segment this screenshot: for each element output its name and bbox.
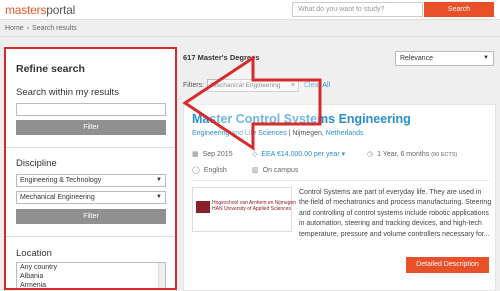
filter-button-search[interactable]: Filter <box>16 120 166 135</box>
refine-search-title: Refine search <box>16 63 85 75</box>
ects-value: (90 ECTS) <box>431 152 458 158</box>
study-mode: ▥ On campus <box>252 166 298 174</box>
location-scrollbar[interactable] <box>158 263 165 288</box>
card-divider <box>192 180 489 181</box>
sidebar-divider <box>6 147 175 148</box>
location-label: Location <box>16 248 52 259</box>
school-logo[interactable]: Hogeschool van Arnhem en Nijmegen HAN Un… <box>192 187 296 232</box>
breadcrumb-divider <box>0 36 500 37</box>
site-logo[interactable]: mastersportal <box>5 3 75 17</box>
discipline-subcategory-select[interactable]: Mechanical Engineering ▼ <box>16 191 166 204</box>
tuition-fee[interactable]: ◇ EEA €14,000.00 per year ▾ <box>252 150 345 158</box>
discipline-category-value: Engineering & Technology <box>20 177 102 184</box>
language: ◯ English <box>192 166 227 174</box>
filter-chip[interactable]: Mechanical Engineering × <box>207 79 299 92</box>
duration-value: 1 Year, 6 months <box>377 151 430 158</box>
breadcrumb-current: Search results <box>32 25 77 32</box>
school-logo-line2: HAN University of Applied Sciences <box>212 206 291 212</box>
duration: ◷ 1 Year, 6 months (90 ECTS) <box>367 150 457 158</box>
start-date-value: Sep 2015 <box>202 151 233 158</box>
program-card: Master Control Systems Engineering Engin… <box>183 104 496 291</box>
building-icon: ▥ <box>252 167 259 174</box>
breadcrumb-home[interactable]: Home <box>5 25 24 32</box>
results-count: 617 Master's Degrees <box>183 53 260 62</box>
sort-value: Relevance <box>400 55 434 62</box>
clock-icon: ◷ <box>367 151 374 158</box>
school-badge-icon <box>196 201 210 213</box>
search-button[interactable]: Search <box>424 2 494 17</box>
school-logo-text: Hogeschool van Arnhem en Nijmegen HAN Un… <box>212 200 296 212</box>
location-option[interactable]: Armenia <box>20 281 165 288</box>
filter-chip-label: Mechanical Engineering <box>211 82 281 89</box>
program-description: Control Systems are part of everyday lif… <box>299 189 492 238</box>
program-title[interactable]: Master Control Systems Engineering <box>192 112 411 126</box>
program-location-line: Engineering and Life Sciences | Nijmegen… <box>192 130 364 137</box>
sort-select[interactable]: Relevance ▼ <box>395 51 494 66</box>
search-within-label: Search within my results <box>16 87 119 98</box>
discipline-label: Discipline <box>16 158 57 169</box>
discipline-category-select[interactable]: Engineering & Technology ▼ <box>16 174 166 187</box>
sidebar-divider <box>6 236 175 237</box>
start-date: ▦ Sep 2015 <box>192 150 233 158</box>
location-separator: | <box>288 130 291 137</box>
breadcrumb: Home › Search results <box>5 25 77 32</box>
study-mode-value: On campus <box>262 167 299 174</box>
detailed-description-button[interactable]: Detailed Description <box>406 257 489 273</box>
refine-search-panel: Refine search Search within my results F… <box>4 47 177 290</box>
clear-all-link[interactable]: Clear All <box>304 82 330 89</box>
chevron-down-icon: ▼ <box>156 194 162 200</box>
location-listbox[interactable]: Any country Albania Armenia <box>16 262 166 288</box>
fee-value: EEA €14,000.00 per year <box>261 151 340 158</box>
chevron-down-icon: ▾ <box>341 151 346 158</box>
logo-part-portal: portal <box>46 3 76 17</box>
chevron-down-icon: ▼ <box>156 177 162 183</box>
chevron-down-icon: ▼ <box>483 55 489 61</box>
study-search-input[interactable]: What do you want to study? <box>292 2 423 17</box>
logo-part-masters: masters <box>5 3 47 17</box>
filter-button-discipline[interactable]: Filter <box>16 209 166 224</box>
tag-icon: ◇ <box>252 151 258 158</box>
discipline-subcategory-value: Mechanical Engineering <box>20 194 95 201</box>
calendar-icon: ▦ <box>192 151 199 158</box>
breadcrumb-separator: › <box>26 25 30 32</box>
location-option[interactable]: Albania <box>20 272 165 281</box>
speech-bubble-icon: ◯ <box>192 167 200 174</box>
country-link[interactable]: Netherlands <box>326 130 364 137</box>
filters-label: Filters: <box>183 82 204 89</box>
search-within-input[interactable] <box>16 103 166 116</box>
language-value: English <box>203 167 227 174</box>
top-bar: mastersportal What do you want to study?… <box>0 0 500 20</box>
city-text: Nijmegen, <box>292 130 324 137</box>
faculty-link[interactable]: Engineering and Life Sciences <box>192 130 287 137</box>
location-option[interactable]: Any country <box>20 263 165 272</box>
close-icon[interactable]: × <box>291 80 295 91</box>
